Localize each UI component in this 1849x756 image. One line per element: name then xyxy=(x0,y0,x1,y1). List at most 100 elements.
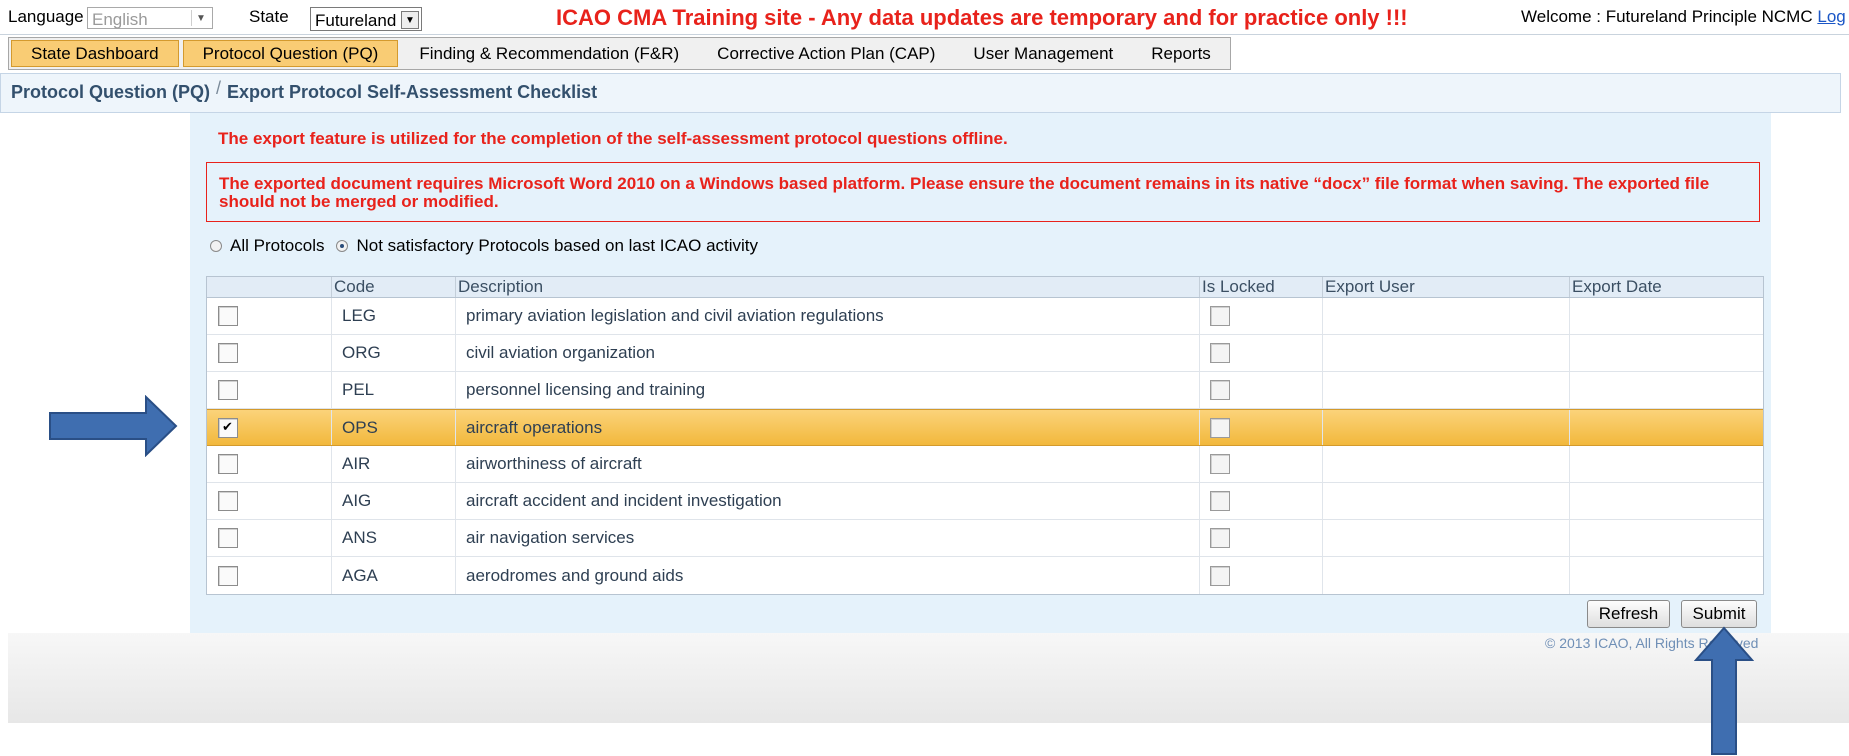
row-locked-checkbox xyxy=(1210,454,1230,474)
submit-button[interactable]: Submit xyxy=(1681,600,1757,628)
protocol-filter: All Protocols Not satisfactory Protocols… xyxy=(210,236,770,256)
radio-not-satisfactory-label[interactable]: Not satisfactory Protocols based on last… xyxy=(356,236,758,256)
row-locked-checkbox xyxy=(1210,417,1230,438)
top-bar: Language English ▼ State Futureland ▼ IC… xyxy=(0,0,1849,36)
language-select-value: English xyxy=(92,10,148,29)
row-export-date xyxy=(1570,557,1763,594)
row-export-user xyxy=(1323,298,1570,334)
row-select-checkbox[interactable] xyxy=(218,454,238,474)
row-locked-checkbox xyxy=(1210,343,1230,363)
row-export-date xyxy=(1570,446,1763,482)
column-header-select xyxy=(207,277,332,297)
row-code: LEG xyxy=(332,298,456,334)
row-export-user xyxy=(1323,410,1570,445)
row-code: PEL xyxy=(332,372,456,408)
menu-state-dashboard[interactable]: State Dashboard xyxy=(11,40,179,67)
annotation-arrow-up-icon xyxy=(1694,626,1754,755)
row-code: AGA xyxy=(332,557,456,594)
breadcrumb-bar: Protocol Question (PQ) / Export Protocol S… xyxy=(0,73,1841,113)
row-locked-checkbox xyxy=(1210,306,1230,326)
export-requirements-notice: The exported document requires Microsoft… xyxy=(206,162,1760,222)
row-select-checkbox[interactable] xyxy=(218,565,238,586)
row-description: civil aviation organization xyxy=(456,335,1200,371)
refresh-button[interactable]: Refresh xyxy=(1587,600,1670,628)
language-label: Language xyxy=(8,7,84,26)
row-export-date xyxy=(1570,410,1763,445)
state-label: State xyxy=(249,7,289,26)
row-description: aircraft accident and incident investiga… xyxy=(456,483,1200,519)
state-select[interactable]: Futureland ▼ xyxy=(310,7,422,31)
row-select-checkbox[interactable] xyxy=(218,417,238,438)
row-select-checkbox[interactable] xyxy=(218,343,238,363)
row-code: ORG xyxy=(332,335,456,371)
column-header-description[interactable]: Description xyxy=(456,277,1200,297)
row-description: aerodromes and ground aids xyxy=(456,557,1200,594)
breadcrumb-parent[interactable]: Protocol Question (PQ) xyxy=(11,82,210,102)
column-header-is-locked[interactable]: Is Locked xyxy=(1200,277,1323,297)
welcome-text: Welcome : Futureland Principle NCMC Log xyxy=(1521,7,1846,27)
row-export-date xyxy=(1570,483,1763,519)
language-select[interactable]: English ▼ xyxy=(87,7,213,29)
main-menu: State Dashboard Protocol Question (PQ) F… xyxy=(8,37,1231,70)
row-description: air navigation services xyxy=(456,520,1200,556)
table-row[interactable]: ORG civil aviation organization xyxy=(207,335,1763,372)
menu-user-management[interactable]: User Management xyxy=(954,38,1132,69)
radio-not-satisfactory[interactable] xyxy=(336,240,349,252)
row-export-date xyxy=(1570,372,1763,408)
breadcrumb-current: Export Protocol Self-Assessment Checklis… xyxy=(227,82,598,102)
row-locked-checkbox xyxy=(1210,380,1230,400)
radio-all-protocols-label[interactable]: All Protocols xyxy=(230,236,324,256)
logout-link[interactable]: Log xyxy=(1817,7,1845,26)
row-select-checkbox[interactable] xyxy=(218,306,238,326)
row-code: ANS xyxy=(332,520,456,556)
row-export-date xyxy=(1570,335,1763,371)
row-locked-checkbox xyxy=(1210,528,1230,548)
table-row[interactable]: LEG primary aviation legislation and civ… xyxy=(207,298,1763,335)
column-header-export-date[interactable]: Export Date xyxy=(1570,277,1763,297)
row-export-user xyxy=(1323,446,1570,482)
row-export-user xyxy=(1323,520,1570,556)
menu-protocol-question[interactable]: Protocol Question (PQ) xyxy=(182,40,399,67)
row-description: personnel licensing and training xyxy=(456,372,1200,408)
training-site-banner: ICAO CMA Training site - Any data update… xyxy=(556,5,1408,30)
row-export-user xyxy=(1323,335,1570,371)
row-select-checkbox[interactable] xyxy=(218,528,238,548)
export-info-notice: The export feature is utilized for the c… xyxy=(218,129,1008,148)
table-row-selected[interactable]: OPS aircraft operations xyxy=(207,409,1763,446)
row-export-user xyxy=(1323,372,1570,408)
row-export-user xyxy=(1323,483,1570,519)
chevron-down-icon[interactable]: ▼ xyxy=(401,11,419,29)
menu-corrective-action-plan[interactable]: Corrective Action Plan (CAP) xyxy=(698,38,954,69)
table-row[interactable]: PEL personnel licensing and training xyxy=(207,372,1763,409)
row-code: OPS xyxy=(332,410,456,445)
row-select-checkbox[interactable] xyxy=(218,380,238,400)
menu-reports[interactable]: Reports xyxy=(1132,38,1230,69)
radio-all-protocols[interactable] xyxy=(210,240,222,252)
row-export-user xyxy=(1323,557,1570,594)
table-row[interactable]: AIG aircraft accident and incident inves… xyxy=(207,483,1763,520)
state-select-value: Futureland xyxy=(315,11,397,30)
table-row[interactable]: AGA aerodromes and ground aids xyxy=(207,557,1763,594)
divider xyxy=(0,34,1849,35)
chevron-down-icon[interactable]: ▼ xyxy=(191,10,210,26)
table-row[interactable]: AIR airworthiness of aircraft xyxy=(207,446,1763,483)
breadcrumb-separator: / xyxy=(216,78,222,98)
breadcrumb: Protocol Question (PQ) / Export Protocol S… xyxy=(11,78,598,103)
row-locked-checkbox xyxy=(1210,491,1230,511)
welcome-user: Welcome : Futureland Principle NCMC xyxy=(1521,7,1813,26)
column-header-export-user[interactable]: Export User xyxy=(1323,277,1570,297)
row-description: airworthiness of aircraft xyxy=(456,446,1200,482)
annotation-arrow-right-icon xyxy=(49,395,178,457)
row-export-date xyxy=(1570,520,1763,556)
row-description: primary aviation legislation and civil a… xyxy=(456,298,1200,334)
table-header: Code Description Is Locked Export User E… xyxy=(207,277,1763,298)
column-header-code[interactable]: Code xyxy=(332,277,456,297)
row-code: AIG xyxy=(332,483,456,519)
table-row[interactable]: ANS air navigation services xyxy=(207,520,1763,557)
row-code: AIR xyxy=(332,446,456,482)
row-description: aircraft operations xyxy=(456,410,1200,445)
row-select-checkbox[interactable] xyxy=(218,491,238,511)
row-locked-checkbox xyxy=(1210,565,1230,586)
protocol-table: Code Description Is Locked Export User E… xyxy=(206,276,1764,595)
menu-finding-recommendation[interactable]: Finding & Recommendation (F&R) xyxy=(400,38,698,69)
